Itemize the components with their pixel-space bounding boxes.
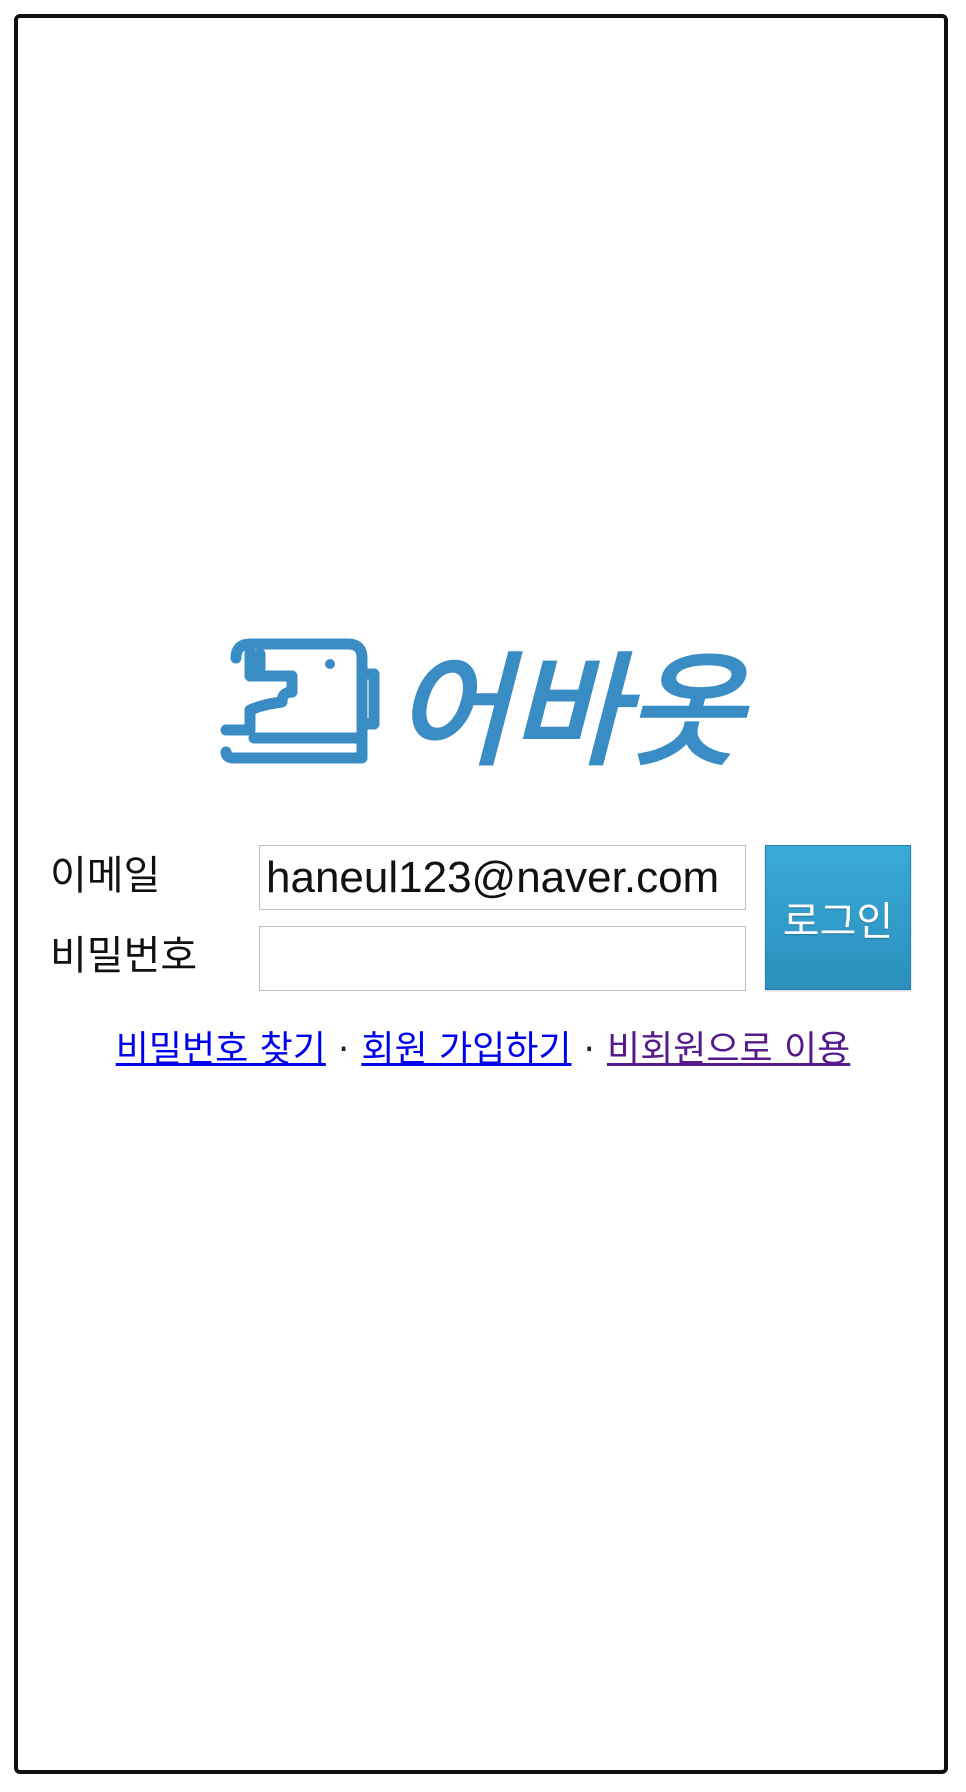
- password-field[interactable]: [259, 926, 746, 991]
- app-logo: 어바옷: [220, 638, 750, 770]
- password-label: 비밀번호: [50, 933, 198, 979]
- email-field[interactable]: [259, 845, 746, 910]
- sign-up-link[interactable]: 회원 가입하기: [361, 1029, 571, 1070]
- sewing-machine-icon: [220, 638, 380, 764]
- logo-text: 어바옷: [394, 641, 750, 770]
- find-password-link[interactable]: 비밀번호 찾기: [116, 1029, 326, 1070]
- account-links: 비밀번호 찾기 · 회원 가입하기 · 비회원으로 이용: [0, 1020, 966, 1072]
- login-button[interactable]: 로그인: [765, 845, 911, 990]
- email-label: 이메일: [50, 853, 161, 899]
- link-separator: ·: [583, 1029, 595, 1070]
- guest-access-link[interactable]: 비회원으로 이용: [607, 1029, 850, 1070]
- link-separator: ·: [337, 1029, 350, 1070]
